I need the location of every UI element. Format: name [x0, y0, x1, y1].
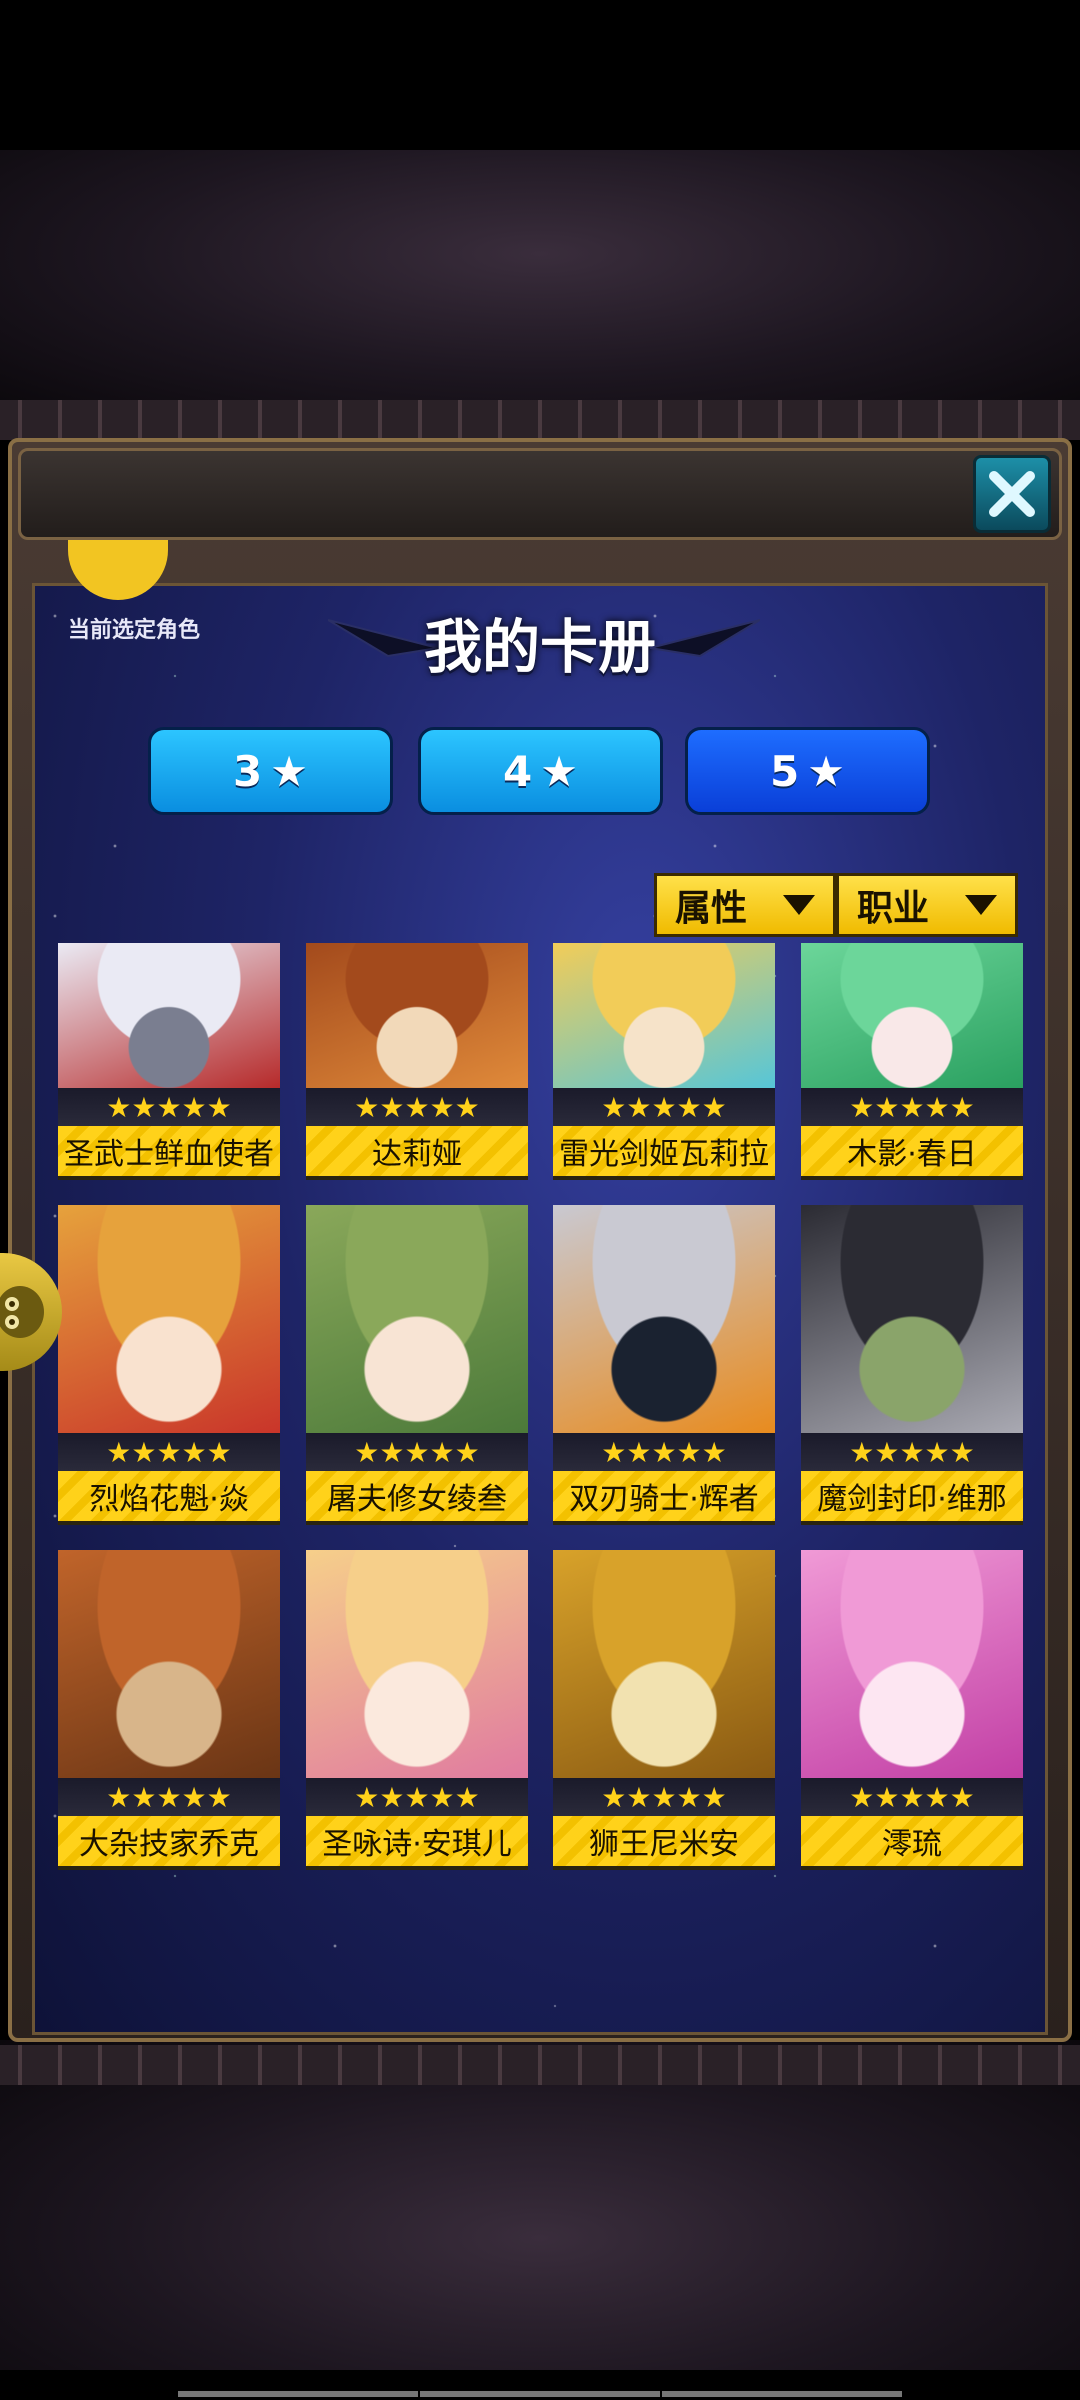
- tab-label: 4: [503, 746, 533, 796]
- character-card[interactable]: ★★★★★ 雷光剑姬瓦莉拉: [553, 943, 775, 1180]
- character-card[interactable]: ★★★★★ 屠夫修女绫叁: [306, 1205, 528, 1525]
- rarity-stars: ★★★★★: [58, 1778, 280, 1816]
- filter-label: 属性: [675, 888, 748, 929]
- rarity-stars: ★★★★★: [553, 1088, 775, 1126]
- rarity-stars: ★★★★★: [58, 1433, 280, 1471]
- filter-attribute-button[interactable]: 属性: [654, 873, 836, 937]
- character-card[interactable]: ★★★★★ 狮王尼米安: [553, 1550, 775, 1870]
- background-bottom: [0, 2040, 1080, 2370]
- character-portrait: [801, 943, 1023, 1088]
- rarity-stars: ★★★★★: [58, 1088, 280, 1126]
- rarity-stars: ★★★★★: [306, 1778, 528, 1816]
- character-name: 狮王尼米安: [553, 1816, 775, 1870]
- character-card[interactable]: ★★★★★ 澪琉: [801, 1550, 1023, 1870]
- character-portrait: [801, 1550, 1023, 1778]
- nav-indicator-right: [662, 2391, 902, 2397]
- title-bar: [18, 448, 1062, 540]
- filter-class-button[interactable]: 职业: [836, 873, 1018, 937]
- character-name: 屠夫修女绫叁: [306, 1471, 528, 1525]
- tab-4-star[interactable]: 4 ★: [418, 727, 663, 815]
- character-card[interactable]: ★★★★★ 圣咏诗·安琪儿: [306, 1550, 528, 1870]
- rarity-stars: ★★★★★: [553, 1433, 775, 1471]
- character-portrait: [306, 1550, 528, 1778]
- character-card[interactable]: ★★★★★ 达莉娅: [306, 943, 528, 1180]
- tab-5-star[interactable]: 5 ★: [685, 727, 930, 815]
- nav-indicator-center: [420, 2391, 660, 2397]
- character-card[interactable]: ★★★★★ 双刃骑士·辉者: [553, 1205, 775, 1525]
- nav-indicator-left: [178, 2391, 418, 2397]
- close-icon: [989, 471, 1035, 517]
- ornament-border-top: [0, 400, 1080, 440]
- character-name: 双刃骑士·辉者: [553, 1471, 775, 1525]
- character-name: 雷光剑姬瓦莉拉: [553, 1126, 775, 1180]
- tab-label: 5: [770, 746, 800, 796]
- character-portrait: [553, 1205, 775, 1433]
- character-name: 澪琉: [801, 1816, 1023, 1870]
- rarity-stars: ★★★★★: [306, 1433, 528, 1471]
- wing-right-icon: [650, 619, 760, 658]
- character-portrait: [801, 1205, 1023, 1433]
- selected-character-label: 当前选定角色: [68, 618, 201, 643]
- close-button[interactable]: [973, 455, 1051, 533]
- rarity-stars: ★★★★★: [801, 1433, 1023, 1471]
- character-name: 魔剑封印·维那: [801, 1471, 1023, 1525]
- character-name: 烈焰花魁·焱: [58, 1471, 280, 1525]
- star-icon: ★: [270, 746, 308, 796]
- character-card[interactable]: ★★★★★ 木影·春日: [801, 943, 1023, 1180]
- character-name: 圣咏诗·安琪儿: [306, 1816, 528, 1870]
- character-card[interactable]: ★★★★★ 魔剑封印·维那: [801, 1205, 1023, 1525]
- star-icon: ★: [807, 746, 845, 796]
- character-card[interactable]: ★★★★★ 烈焰花魁·焱: [58, 1205, 280, 1525]
- mask-icon: [0, 1286, 44, 1338]
- star-icon: ★: [540, 746, 578, 796]
- character-portrait: [58, 1550, 280, 1778]
- tab-label: 3: [233, 746, 263, 796]
- tab-3-star[interactable]: 3 ★: [148, 727, 393, 815]
- character-name: 木影·春日: [801, 1126, 1023, 1180]
- character-name: 圣武士鲜血使者: [58, 1126, 280, 1180]
- character-portrait: [553, 1550, 775, 1778]
- rarity-stars: ★★★★★: [553, 1778, 775, 1816]
- rarity-stars: ★★★★★: [306, 1088, 528, 1126]
- character-name: 大杂技家乔克: [58, 1816, 280, 1870]
- character-portrait: [306, 1205, 528, 1433]
- character-portrait: [553, 943, 775, 1088]
- character-portrait: [306, 943, 528, 1088]
- rarity-stars: ★★★★★: [801, 1088, 1023, 1126]
- character-card[interactable]: ★★★★★ 圣武士鲜血使者: [58, 943, 280, 1180]
- background-top: [0, 150, 1080, 410]
- character-name: 达莉娅: [306, 1126, 528, 1180]
- rarity-stars: ★★★★★: [801, 1778, 1023, 1816]
- dropdown-arrow-icon: [783, 895, 815, 915]
- filter-label: 职业: [857, 888, 930, 929]
- character-card[interactable]: ★★★★★ 大杂技家乔克: [58, 1550, 280, 1870]
- ornament-border-bottom: [0, 2045, 1080, 2085]
- character-portrait: [58, 943, 280, 1088]
- dropdown-arrow-icon: [965, 895, 997, 915]
- character-portrait: [58, 1205, 280, 1433]
